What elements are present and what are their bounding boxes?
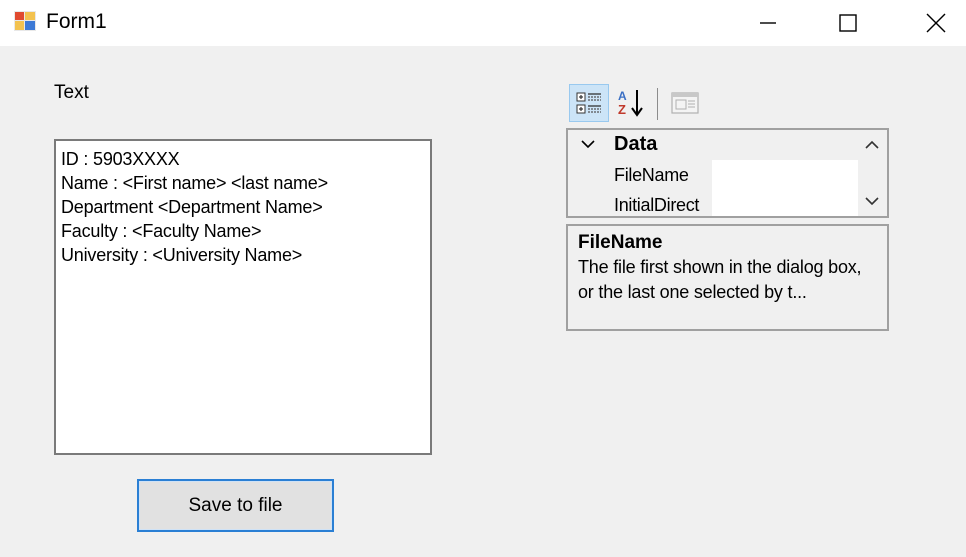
scroll-up-icon[interactable] [864, 138, 880, 157]
minimize-button[interactable] [738, 0, 798, 46]
maximize-icon [839, 14, 857, 32]
property-name[interactable]: InitialDirect [606, 190, 712, 216]
vertical-scrollbar[interactable] [858, 130, 887, 216]
property-grid[interactable]: Data FileName InitialDirect [566, 128, 889, 218]
scroll-down-icon[interactable] [864, 194, 880, 213]
property-grid-toolbar: A Z [567, 82, 727, 122]
property-pages-button[interactable] [665, 84, 705, 122]
text-label: Text [54, 82, 89, 103]
text-line: ID : 5903XXXX [61, 149, 180, 169]
category-row-data[interactable]: Data [568, 130, 858, 160]
minimize-icon [760, 22, 776, 24]
property-row[interactable]: FileName [568, 160, 858, 190]
description-text: The file first shown in the dialog box, … [578, 257, 862, 302]
close-button[interactable] [906, 0, 966, 46]
maximize-button[interactable] [818, 0, 878, 46]
text-line: Faculty : <Faculty Name> [61, 221, 262, 241]
toolbar-separator [657, 88, 658, 120]
text-line: University : <University Name> [61, 245, 303, 265]
alphabetical-icon: A Z [618, 89, 643, 117]
title-bar[interactable]: Form1 [0, 0, 966, 46]
property-pages-icon [671, 92, 699, 114]
property-value[interactable] [713, 190, 858, 216]
property-value[interactable] [713, 160, 858, 190]
property-name[interactable]: FileName [606, 160, 712, 190]
category-label: Data [614, 133, 658, 155]
property-row[interactable]: InitialDirect [568, 190, 858, 216]
text-line: Name : <First name> <last name> [61, 173, 328, 193]
save-button-label: Save to file [188, 494, 283, 516]
description-title: FileName [578, 232, 663, 253]
window-title: Form1 [46, 10, 107, 33]
svg-text:Z: Z [618, 102, 626, 117]
app-icon [14, 11, 36, 31]
save-to-file-button[interactable]: Save to file [137, 479, 334, 532]
property-description-panel: FileName The file first shown in the dia… [566, 224, 889, 331]
chevron-down-icon[interactable] [580, 136, 596, 157]
row-gutter [568, 160, 606, 190]
text-input[interactable]: ID : 5903XXXX Name : <First name> <last n… [54, 139, 432, 455]
alphabetical-button[interactable]: A Z [611, 84, 651, 122]
close-icon [926, 13, 946, 33]
text-line: Department <Department Name> [61, 197, 323, 217]
row-gutter [568, 190, 606, 216]
categorized-button[interactable] [569, 84, 609, 122]
categorized-icon [576, 92, 601, 114]
svg-text:A: A [618, 89, 627, 103]
